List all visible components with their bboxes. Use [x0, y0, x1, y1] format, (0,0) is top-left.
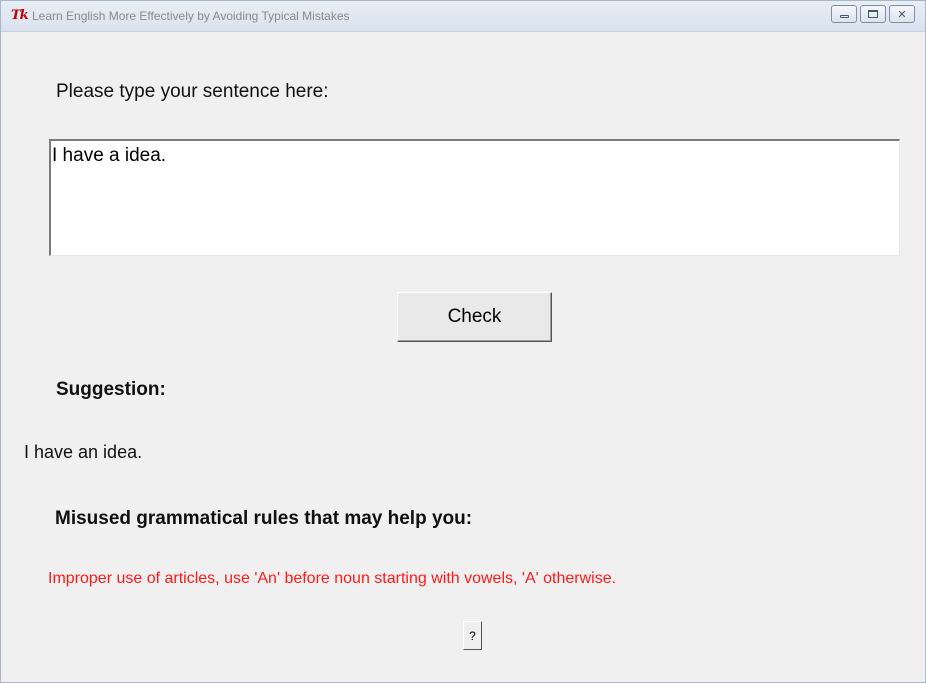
close-button[interactable]: ✕: [889, 5, 915, 23]
prompt-label: Please type your sentence here:: [56, 81, 329, 102]
sentence-input[interactable]: I have a idea.: [49, 139, 900, 256]
help-button[interactable]: ?: [463, 621, 482, 650]
suggestion-heading: Suggestion:: [56, 379, 166, 400]
window-controls: ✕: [828, 5, 915, 23]
minimize-icon: [839, 14, 849, 18]
tk-app-icon: Tk: [11, 8, 29, 23]
suggestion-text: I have an idea.: [24, 442, 143, 462]
window-title: Learn English More Effectively by Avoidi…: [32, 9, 350, 23]
maximize-icon: [868, 10, 878, 18]
title-bar[interactable]: Tk Learn English More Effectively by Avo…: [1, 1, 925, 32]
rules-heading: Misused grammatical rules that may help …: [55, 508, 473, 529]
maximize-button[interactable]: [860, 5, 886, 23]
close-icon: ✕: [897, 8, 907, 21]
rule-explanation: Improper use of articles, use 'An' befor…: [48, 570, 617, 587]
check-button[interactable]: Check: [397, 292, 552, 342]
app-window: Tk Learn English More Effectively by Avo…: [0, 0, 926, 683]
minimize-button[interactable]: [831, 5, 857, 23]
